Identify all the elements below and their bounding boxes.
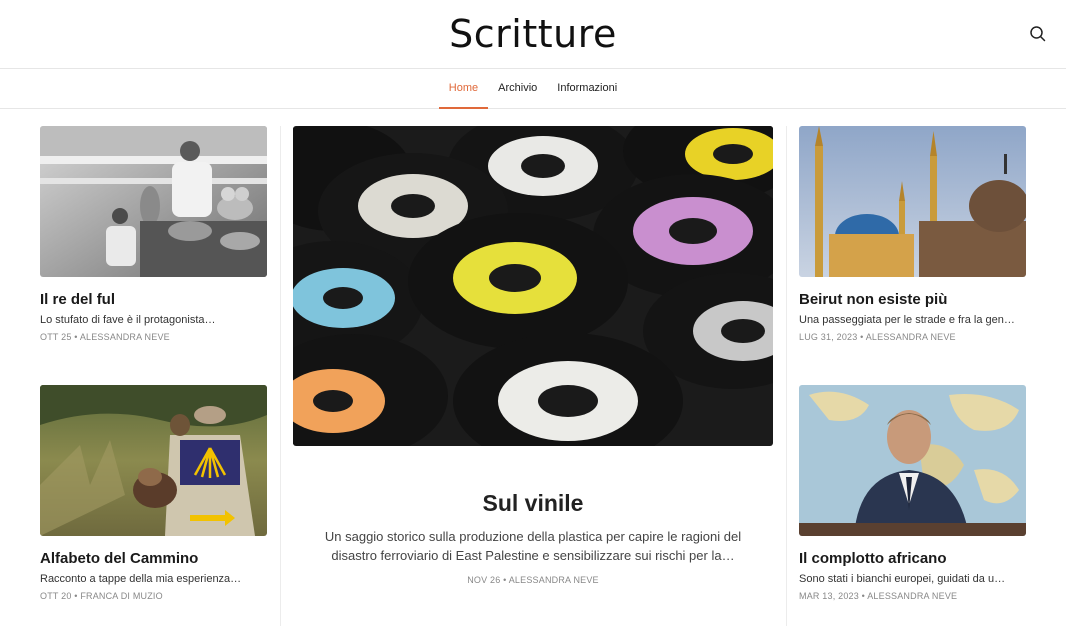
post-card: Il re del ful Lo stufato di fave è il pr… bbox=[40, 126, 267, 342]
featured-post-excerpt: Un saggio storico sulla produzione della… bbox=[324, 529, 742, 563]
post-excerpt: Racconto a tappe della mia esperienza… bbox=[40, 573, 242, 585]
post-title[interactable]: Il complotto africano bbox=[799, 550, 1026, 567]
nav-item-archivio[interactable]: Archivio bbox=[488, 69, 547, 108]
post-image-beirut-non-esiste-piu[interactable] bbox=[799, 126, 1026, 277]
nav-item-informazioni[interactable]: Informazioni bbox=[547, 69, 627, 108]
post-card: Alfabeto del Cammino Racconto a tappe de… bbox=[40, 385, 267, 601]
column-divider bbox=[786, 126, 787, 626]
post-author[interactable]: FRANCA DI MUZIO bbox=[80, 591, 163, 601]
post-title[interactable]: Il re del ful bbox=[40, 291, 267, 308]
featured-post: Sul vinile Un saggio storico sulla produ… bbox=[293, 126, 773, 585]
post-image-il-re-del-ful[interactable] bbox=[40, 126, 267, 277]
meta-separator: • bbox=[71, 332, 80, 342]
featured-post-meta: NOV 26 • ALESSANDRA NEVE bbox=[293, 575, 773, 585]
post-date: NOV 26 bbox=[467, 575, 501, 585]
post-excerpt: Lo stufato di fave è il protagonista… bbox=[40, 314, 216, 326]
post-excerpt: Una passeggiata per le strade e fra la g… bbox=[799, 314, 1015, 326]
post-title[interactable]: Alfabeto del Cammino bbox=[40, 550, 267, 567]
meta-separator: • bbox=[858, 591, 868, 601]
post-date: OTT 25 bbox=[40, 332, 72, 342]
post-meta: OTT 20 • FRANCA DI MUZIO bbox=[40, 591, 267, 601]
post-author[interactable]: ALESSANDRA NEVE bbox=[80, 332, 170, 342]
meta-separator: • bbox=[857, 332, 866, 342]
column-divider bbox=[280, 126, 281, 626]
site-header: Scritture bbox=[0, 0, 1066, 69]
post-author[interactable]: ALESSANDRA NEVE bbox=[509, 575, 599, 585]
post-date: MAR 13, 2023 bbox=[799, 591, 859, 601]
post-excerpt: Sono stati i bianchi europei, guidati da… bbox=[799, 573, 1006, 585]
meta-separator: • bbox=[500, 575, 509, 585]
meta-separator: • bbox=[71, 591, 81, 601]
post-title[interactable]: Beirut non esiste più bbox=[799, 291, 1026, 308]
post-author[interactable]: ALESSANDRA NEVE bbox=[867, 591, 957, 601]
nav-item-home[interactable]: Home bbox=[438, 69, 489, 109]
post-meta: OTT 25 • ALESSANDRA NEVE bbox=[40, 332, 267, 342]
post-card: Il complotto africano Sono stati i bianc… bbox=[799, 385, 1026, 601]
post-image-il-complotto-africano[interactable] bbox=[799, 385, 1026, 536]
featured-post-image[interactable] bbox=[293, 126, 773, 446]
post-card: Beirut non esiste più Una passeggiata pe… bbox=[799, 126, 1026, 342]
post-meta: LUG 31, 2023 • ALESSANDRA NEVE bbox=[799, 332, 1026, 342]
post-image-alfabeto-del-cammino[interactable] bbox=[40, 385, 267, 536]
search-icon bbox=[1030, 26, 1046, 42]
post-author[interactable]: ALESSANDRA NEVE bbox=[866, 332, 956, 342]
site-title[interactable]: Scritture bbox=[0, 12, 1066, 56]
main-nav: Home Archivio Informazioni bbox=[0, 69, 1066, 109]
post-meta: MAR 13, 2023 • ALESSANDRA NEVE bbox=[799, 591, 1026, 601]
post-date: OTT 20 bbox=[40, 591, 72, 601]
search-button[interactable] bbox=[1028, 24, 1048, 44]
post-date: LUG 31, 2023 bbox=[799, 332, 858, 342]
featured-post-title[interactable]: Sul vinile bbox=[293, 490, 773, 517]
